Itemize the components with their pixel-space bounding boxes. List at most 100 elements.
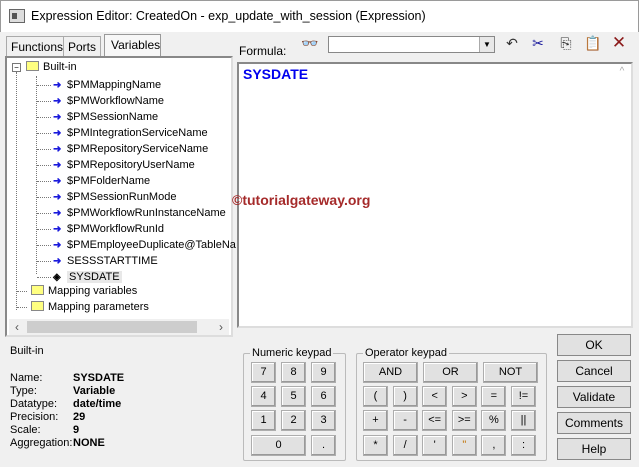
tab-functions[interactable]: Functions: [6, 36, 69, 56]
operator-key[interactable]: =: [481, 386, 507, 407]
numeric-key[interactable]: 3: [311, 410, 336, 431]
tree-item[interactable]: ➜ $PMIntegrationServiceName: [37, 126, 208, 141]
numeric-key[interactable]: 9: [311, 362, 336, 383]
operator-key[interactable]: AND: [363, 362, 418, 383]
operator-key[interactable]: :: [511, 435, 536, 456]
tree-item[interactable]: ➜ $PMRepositoryUserName: [37, 158, 195, 173]
action-button-cancel[interactable]: Cancel: [557, 360, 631, 382]
tree-item-label: $PMIntegrationServiceName: [67, 127, 208, 139]
info-label: Datatype:: [10, 398, 58, 410]
tree-item[interactable]: ➜ $PMRepositoryServiceName: [37, 142, 208, 157]
numeric-key[interactable]: 0: [251, 435, 306, 456]
arrow-right-icon: ➜: [53, 256, 62, 267]
numeric-key[interactable]: .: [311, 435, 336, 456]
operator-key[interactable]: ": [451, 435, 477, 456]
search-combo[interactable]: ▼: [328, 36, 495, 53]
numeric-key[interactable]: 6: [311, 386, 336, 407]
arrow-right-icon: ➜: [53, 96, 62, 107]
tree-item[interactable]: ➜ $PMEmployeeDuplicate@TableNa: [37, 238, 236, 253]
numeric-key[interactable]: 5: [281, 386, 306, 407]
chevron-down-icon[interactable]: ▼: [479, 37, 494, 52]
tree-item[interactable]: ➜ $PMSessionRunMode: [37, 190, 176, 205]
info-label: Type:: [10, 385, 37, 397]
info-value: NONE: [73, 437, 105, 449]
numeric-key[interactable]: 4: [251, 386, 276, 407]
watermark: ©tutorialgateway.org: [232, 192, 371, 208]
info-value: 29: [73, 411, 86, 423]
collapse-icon[interactable]: −: [12, 63, 21, 72]
tree-item[interactable]: ➜ $PMWorkflowRunId: [37, 222, 164, 237]
tree-connector: [37, 245, 51, 246]
tree-item[interactable]: ➜ SESSSTARTTIME: [37, 254, 158, 269]
folder-icon: [31, 285, 44, 295]
operator-key[interactable]: >=: [451, 410, 477, 431]
tree-item-label: $PMRepositoryServiceName: [67, 143, 209, 155]
scroll-up-icon[interactable]: ^: [615, 66, 629, 80]
tree-folder-mapping-variables[interactable]: Mapping variables: [17, 284, 137, 299]
tree-item-label: $PMFolderName: [67, 175, 151, 187]
tab-variables[interactable]: Variables: [104, 34, 161, 56]
info-label: Aggregation:: [10, 437, 73, 449]
operator-key[interactable]: >: [451, 386, 477, 407]
diamond-icon: ◈: [53, 272, 61, 283]
window-title: Expression Editor: CreatedOn - exp_updat…: [31, 9, 426, 23]
delete-icon[interactable]: ✕: [609, 34, 629, 52]
tree-item-label: $PMEmployeeDuplicate@TableNa: [67, 239, 236, 251]
tree-item[interactable]: ➜ $PMWorkflowRunInstanceName: [37, 206, 226, 221]
operator-key[interactable]: %: [481, 410, 507, 431]
arrow-right-icon: ➜: [53, 208, 62, 219]
scroll-thumb[interactable]: [27, 321, 197, 333]
tree-item[interactable]: ➜ $PMMappingName: [37, 78, 161, 93]
tree-connector: [37, 181, 51, 182]
tree-root-built-in[interactable]: − Built-in: [12, 60, 77, 75]
undo-icon[interactable]: ↶: [502, 34, 522, 52]
paste-icon[interactable]: 📋: [583, 34, 603, 52]
action-button-validate[interactable]: Validate: [557, 386, 631, 408]
operator-key[interactable]: OR: [423, 362, 478, 383]
folder-icon: [26, 61, 39, 71]
copy-icon[interactable]: ⎘: [556, 34, 576, 52]
tab-ports[interactable]: Ports: [63, 36, 102, 56]
operator-key[interactable]: !=: [511, 386, 536, 407]
tree-connector: [37, 213, 51, 214]
action-button-help[interactable]: Help: [557, 438, 631, 460]
operator-key[interactable]: ||: [511, 410, 536, 431]
operator-key[interactable]: <=: [422, 410, 448, 431]
numeric-key[interactable]: 1: [251, 410, 276, 431]
numeric-key[interactable]: 7: [251, 362, 276, 383]
tree-item[interactable]: ◈ SYSDATE: [37, 270, 122, 285]
tree-item-label: $PMWorkflowRunId: [67, 223, 164, 235]
tree-folder-mapping-parameters[interactable]: Mapping parameters: [17, 300, 149, 315]
arrow-right-icon: ➜: [53, 192, 62, 203]
horizontal-scrollbar[interactable]: ‹ ›: [9, 319, 229, 335]
tree-item-label: $PMMappingName: [67, 79, 162, 91]
operator-key[interactable]: ': [422, 435, 448, 456]
scroll-right-icon[interactable]: ›: [213, 319, 229, 335]
numeric-key[interactable]: 2: [281, 410, 306, 431]
cut-icon[interactable]: ✂: [528, 34, 548, 52]
scroll-left-icon[interactable]: ‹: [9, 319, 25, 335]
tree-item[interactable]: ➜ $PMWorkflowName: [37, 94, 164, 109]
info-label: Scale:: [10, 424, 41, 436]
info-label: Precision:: [10, 411, 59, 423]
operator-key[interactable]: (: [363, 386, 388, 407]
arrow-right-icon: ➜: [53, 176, 62, 187]
formula-label: Formula:: [239, 44, 287, 58]
operator-key[interactable]: NOT: [483, 362, 538, 383]
formula-text[interactable]: SYSDATE: [243, 66, 308, 82]
numeric-key[interactable]: 8: [281, 362, 306, 383]
title-bar: Expression Editor: CreatedOn - exp_updat…: [0, 0, 639, 32]
operator-key[interactable]: <: [422, 386, 448, 407]
tree-item[interactable]: ➜ $PMFolderName: [37, 174, 150, 189]
action-button-ok[interactable]: OK: [557, 334, 631, 356]
operator-key[interactable]: +: [363, 410, 388, 431]
tree-item[interactable]: ➜ $PMSessionName: [37, 110, 158, 125]
variables-tree[interactable]: − Built-in ➜ $PMMappingName ➜ $PMWorkflowNam…: [5, 56, 236, 337]
action-button-comments[interactable]: Comments: [557, 412, 631, 434]
find-binoculars-icon[interactable]: 👓: [300, 34, 320, 52]
operator-key[interactable]: ): [392, 386, 418, 407]
operator-key[interactable]: *: [363, 435, 388, 456]
operator-key[interactable]: /: [392, 435, 418, 456]
operator-key[interactable]: -: [392, 410, 418, 431]
operator-key[interactable]: ,: [481, 435, 507, 456]
